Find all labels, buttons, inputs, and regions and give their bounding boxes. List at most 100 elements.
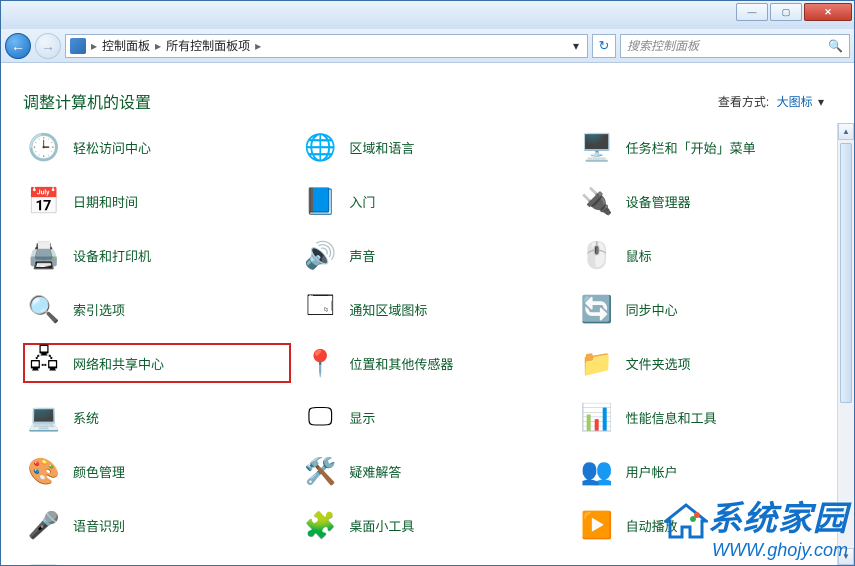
page-title: 调整计算机的设置 xyxy=(23,89,151,113)
autoplay-icon: ▶️ xyxy=(580,508,614,542)
taskbar-start-icon: 🖥️ xyxy=(580,130,614,164)
cp-item-devices-printers[interactable]: 🖨️ 设备和打印机 xyxy=(23,235,291,275)
speech-icon: 🎤 xyxy=(27,508,61,542)
maximize-button[interactable]: ▢ xyxy=(770,3,802,21)
cp-item-troubleshoot[interactable]: 🛠️ 疑难解答 xyxy=(299,451,567,491)
control-panel-icon xyxy=(70,38,86,54)
network-sharing-icon: 🖧 xyxy=(27,346,61,380)
cp-item-label: 通知区域图标 xyxy=(349,300,427,319)
fonts-icon: 🔤 xyxy=(27,562,61,565)
cp-item-folder-options[interactable]: 📁文件夹选项 xyxy=(576,343,844,383)
cp-item-notification-icons[interactable]: 🗔 通知区域图标 xyxy=(299,289,567,329)
scroll-down-button[interactable]: ▼ xyxy=(838,548,854,565)
cp-item-date-time[interactable]: 📅 日期和时间 xyxy=(23,181,291,221)
cp-item-label: 设备和打印机 xyxy=(73,246,151,265)
devices-printers-icon: 🖨️ xyxy=(27,238,61,272)
search-icon[interactable]: 🔍 xyxy=(828,39,843,53)
cp-item-label: 桌面小工具 xyxy=(349,516,414,535)
cp-item-taskbar-start[interactable]: 🖥️ 任务栏和「开始」菜单 xyxy=(576,127,844,167)
breadcrumb-seg-2[interactable]: 所有控制面板项 xyxy=(166,37,250,54)
scrollbar[interactable]: ▲ ▼ xyxy=(837,123,854,565)
cp-item-label: 用户帐户 xyxy=(626,462,678,481)
performance-icon: 📊 xyxy=(580,400,614,434)
refresh-button[interactable]: ↻ xyxy=(592,34,616,58)
cp-item-sound[interactable]: 🔊声音 xyxy=(299,235,567,275)
cp-item-label: 位置和其他传感器 xyxy=(349,354,453,373)
cp-item-label: 性能信息和工具 xyxy=(626,408,717,427)
cp-item-network-sharing[interactable]: 🖧 网络和共享中心 xyxy=(23,343,291,383)
view-label: 查看方式: xyxy=(718,95,769,109)
indexing-icon: 🔍 xyxy=(27,292,61,326)
nav-toolbar: ← → ▸ 控制面板 ▸ 所有控制面板项 ▸ ▾ ↻ 搜索控制面板 🔍 xyxy=(1,29,854,63)
cp-item-region-language[interactable]: 🌐区域和语言 xyxy=(299,127,567,167)
cp-item-label: 鼠标 xyxy=(626,246,652,265)
cp-item-label: 显示 xyxy=(349,408,375,427)
date-time-icon: 📅 xyxy=(27,184,61,218)
gadgets-icon: 🧩 xyxy=(303,508,337,542)
cp-item-gadgets[interactable]: 🧩 桌面小工具 xyxy=(299,505,567,545)
folder-options-icon: 📁 xyxy=(580,346,614,380)
cp-item-indexing[interactable]: 🔍 索引选项 xyxy=(23,289,291,329)
sync-center-icon: 🔄 xyxy=(580,292,614,326)
breadcrumb[interactable]: ▸ 控制面板 ▸ 所有控制面板项 ▸ ▾ xyxy=(65,34,588,58)
cp-item-label: 自动播放 xyxy=(626,516,678,535)
cp-item-display[interactable]: 🖵 显示 xyxy=(299,397,567,437)
breadcrumb-sep: ▸ xyxy=(252,39,264,53)
cp-item-ease-of-access[interactable]: 🕒 轻松访问中心 xyxy=(23,127,291,167)
cp-item-sync-center[interactable]: 🔄 同步中心 xyxy=(576,289,844,329)
cp-item-label: 任务栏和「开始」菜单 xyxy=(626,138,756,157)
view-value[interactable]: 大图标 xyxy=(777,95,813,109)
scroll-thumb[interactable] xyxy=(840,143,852,403)
minimize-button[interactable]: — xyxy=(736,3,768,21)
cp-item-label: 系统 xyxy=(73,408,99,427)
breadcrumb-sep: ▸ xyxy=(152,39,164,53)
cp-item-mouse[interactable]: 🖱️ 鼠标 xyxy=(576,235,844,275)
cp-item-label: 疑难解答 xyxy=(349,462,401,481)
notification-icons-icon: 🗔 xyxy=(303,292,337,326)
content-header: 调整计算机的设置 查看方式: 大图标 ▾ xyxy=(1,63,854,123)
cp-item-label: 设备管理器 xyxy=(626,192,691,211)
cp-item-label: 索引选项 xyxy=(73,300,125,319)
user-accounts-icon: 👥 xyxy=(580,454,614,488)
view-dropdown[interactable]: ▾ xyxy=(818,95,824,109)
cp-item-speech[interactable]: 🎤 语音识别 xyxy=(23,505,291,545)
search-placeholder: 搜索控制面板 xyxy=(627,37,699,54)
display-icon: 🖵 xyxy=(303,400,337,434)
content-area: 调整计算机的设置 查看方式: 大图标 ▾ 🕒 轻松访问中心 🌐区域和语言 🖥️ 任务栏和… xyxy=(1,63,854,565)
cp-item-label: 日期和时间 xyxy=(73,192,138,211)
troubleshoot-icon: 🛠️ xyxy=(303,454,337,488)
scroll-up-button[interactable]: ▲ xyxy=(838,123,854,140)
cp-item-user-accounts[interactable]: 👥 用户帐户 xyxy=(576,451,844,491)
cp-item-label: 轻松访问中心 xyxy=(73,138,151,157)
titlebar: — ▢ ✕ xyxy=(1,1,854,29)
cp-item-device-manager[interactable]: 🔌 设备管理器 xyxy=(576,181,844,221)
getting-started-icon: 📘 xyxy=(303,184,337,218)
cp-item-performance[interactable]: 📊 性能信息和工具 xyxy=(576,397,844,437)
cp-item-autoplay[interactable]: ▶️ 自动播放 xyxy=(576,505,844,545)
breadcrumb-sep: ▸ xyxy=(88,39,100,53)
cp-item-getting-started[interactable]: 📘 入门 xyxy=(299,181,567,221)
cp-item-label: 同步中心 xyxy=(626,300,678,319)
items-scroll: 🕒 轻松访问中心 🌐区域和语言 🖥️ 任务栏和「开始」菜单 📅 日期和时间 📘 入门 🔌 设备管理器… xyxy=(1,123,854,565)
region-language-icon: 🌐 xyxy=(303,130,337,164)
view-mode: 查看方式: 大图标 ▾ xyxy=(718,93,824,110)
cp-item-color-management[interactable]: 🎨颜色管理 xyxy=(23,451,291,491)
ease-of-access-icon: 🕒 xyxy=(27,130,61,164)
cp-item-label: 入门 xyxy=(349,192,375,211)
cp-item-system[interactable]: 💻系统 xyxy=(23,397,291,437)
cp-item-fonts[interactable]: 🔤字体 xyxy=(23,559,291,565)
items-grid: 🕒 轻松访问中心 🌐区域和语言 🖥️ 任务栏和「开始」菜单 📅 日期和时间 📘 入门 🔌 设备管理器… xyxy=(23,127,844,565)
breadcrumb-seg-1[interactable]: 控制面板 xyxy=(102,37,150,54)
cp-item-label: 语音识别 xyxy=(73,516,125,535)
close-button[interactable]: ✕ xyxy=(804,3,852,21)
nav-forward-button[interactable]: → xyxy=(35,33,61,59)
cp-item-location-sensors[interactable]: 📍位置和其他传感器 xyxy=(299,343,567,383)
device-manager-icon: 🔌 xyxy=(580,184,614,218)
cp-item-label: 网络和共享中心 xyxy=(73,354,164,373)
color-management-icon: 🎨 xyxy=(27,454,61,488)
mouse-icon: 🖱️ xyxy=(580,238,614,272)
cp-item-label: 声音 xyxy=(349,246,375,265)
search-input[interactable]: 搜索控制面板 🔍 xyxy=(620,34,850,58)
breadcrumb-dropdown[interactable]: ▾ xyxy=(569,39,583,53)
nav-back-button[interactable]: ← xyxy=(5,33,31,59)
